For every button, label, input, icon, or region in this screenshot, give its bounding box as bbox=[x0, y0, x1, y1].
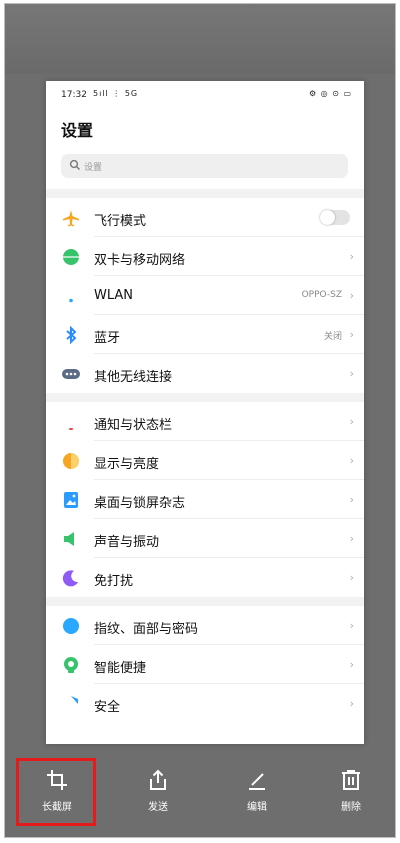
delete-button[interactable]: 删除 bbox=[316, 768, 386, 828]
chevron-right-icon: › bbox=[349, 571, 354, 584]
edit-icon bbox=[249, 773, 265, 790]
settings-row-value: OPPO-SZ bbox=[301, 290, 342, 300]
edit-button[interactable]: 编辑 bbox=[222, 768, 292, 828]
highlight-box bbox=[16, 758, 96, 826]
settings-row[interactable]: 蓝牙 关闭 › bbox=[46, 315, 364, 354]
status-bar: 17:32 5ıll ⋮ 5G ⚙ ◎ ⊙ ▭ bbox=[46, 81, 364, 107]
chevron-right-icon: › bbox=[349, 367, 354, 380]
settings-row-label: 显示与亮度 bbox=[94, 457, 160, 472]
delete-label: 删除 bbox=[341, 802, 361, 813]
brightness-icon bbox=[63, 453, 79, 469]
chevron-right-icon: › bbox=[349, 532, 354, 545]
send-label: 发送 bbox=[148, 802, 168, 813]
send-button[interactable]: 发送 bbox=[123, 768, 193, 828]
wallpaper-icon bbox=[64, 492, 78, 508]
share-icon bbox=[150, 769, 166, 790]
settings-row[interactable]: 指纹、面部与密码 › bbox=[46, 606, 364, 645]
settings-row[interactable]: 免打扰 › bbox=[46, 558, 364, 597]
settings-row-label: 安全 bbox=[94, 700, 121, 715]
screenshot-editor: 17:32 5ıll ⋮ 5G ⚙ ◎ ⊙ ▭ 设置 设置 飞行模式双卡与移动网… bbox=[4, 3, 396, 838]
speaker-icon bbox=[64, 532, 74, 546]
chevron-right-icon: › bbox=[349, 619, 354, 632]
chevron-right-icon: › bbox=[349, 289, 354, 302]
settings-row-label: 通知与状态栏 bbox=[94, 418, 173, 433]
settings-row-label: 指纹、面部与密码 bbox=[94, 622, 199, 637]
group-separator bbox=[46, 393, 364, 402]
search-icon bbox=[69, 159, 80, 170]
screenshot-preview[interactable]: 17:32 5ıll ⋮ 5G ⚙ ◎ ⊙ ▭ 设置 设置 飞行模式双卡与移动网… bbox=[46, 81, 364, 744]
fingerprint-icon bbox=[63, 618, 79, 634]
settings-row-label: WLAN bbox=[94, 288, 134, 303]
settings-row-label: 声音与振动 bbox=[94, 535, 160, 550]
settings-row[interactable]: 声音与振动 › bbox=[46, 519, 364, 558]
group-separator bbox=[46, 597, 364, 606]
smart-icon bbox=[64, 657, 78, 673]
settings-row-label: 飞行模式 bbox=[94, 214, 147, 229]
settings-row[interactable]: 显示与亮度 › bbox=[46, 441, 364, 480]
settings-row-label: 桌面与锁屏杂志 bbox=[94, 496, 186, 511]
airplane-mode-toggle[interactable] bbox=[320, 210, 350, 225]
settings-row-label: 智能便捷 bbox=[94, 661, 147, 676]
bluetooth-icon bbox=[66, 325, 77, 345]
moon-icon bbox=[62, 570, 78, 587]
settings-row[interactable]: 飞行模式 bbox=[46, 198, 364, 237]
settings-row[interactable]: 桌面与锁屏杂志 › bbox=[46, 480, 364, 519]
group-separator bbox=[46, 189, 364, 198]
settings-row[interactable]: 双卡与移动网络 › bbox=[46, 237, 364, 276]
page-title: 设置 bbox=[61, 121, 94, 140]
bell-icon bbox=[69, 428, 73, 430]
wifi-icon bbox=[69, 298, 73, 303]
chevron-right-icon: › bbox=[349, 493, 354, 506]
search-bar[interactable]: 设置 bbox=[61, 154, 348, 178]
settings-row-label: 蓝牙 bbox=[94, 331, 121, 346]
settings-row[interactable]: 安全 › bbox=[46, 684, 364, 723]
trash-icon bbox=[342, 770, 360, 790]
status-time: 17:32 bbox=[61, 90, 87, 100]
background-top bbox=[5, 4, 395, 74]
settings-row-label: 其他无线连接 bbox=[94, 370, 173, 385]
settings-row[interactable]: WLAN OPPO-SZ › bbox=[46, 276, 364, 315]
more-connections-icon bbox=[62, 369, 80, 379]
search-placeholder: 设置 bbox=[84, 163, 103, 173]
settings-row-label: 免打扰 bbox=[94, 574, 134, 589]
chevron-right-icon: › bbox=[349, 328, 354, 341]
chevron-right-icon: › bbox=[349, 697, 354, 710]
settings-row[interactable]: 通知与状态栏 › bbox=[46, 402, 364, 441]
chevron-right-icon: › bbox=[349, 454, 354, 467]
edit-label: 编辑 bbox=[247, 802, 267, 813]
chevron-right-icon: › bbox=[349, 250, 354, 263]
settings-row[interactable]: 智能便捷 › bbox=[46, 645, 364, 684]
globe-icon bbox=[61, 247, 81, 265]
settings-row[interactable]: 其他无线连接 › bbox=[46, 354, 364, 393]
airplane-icon bbox=[63, 210, 79, 227]
signal-icons: 5ıll ⋮ 5G bbox=[93, 89, 139, 98]
chevron-right-icon: › bbox=[349, 658, 354, 671]
status-icons: ⚙ ◎ ⊙ ▭ bbox=[308, 89, 352, 98]
chevron-right-icon: › bbox=[349, 415, 354, 428]
settings-row-label: 双卡与移动网络 bbox=[94, 253, 186, 268]
toggle-knob bbox=[320, 210, 335, 225]
settings-row-value: 关闭 bbox=[323, 332, 342, 342]
shield-icon bbox=[67, 696, 78, 708]
